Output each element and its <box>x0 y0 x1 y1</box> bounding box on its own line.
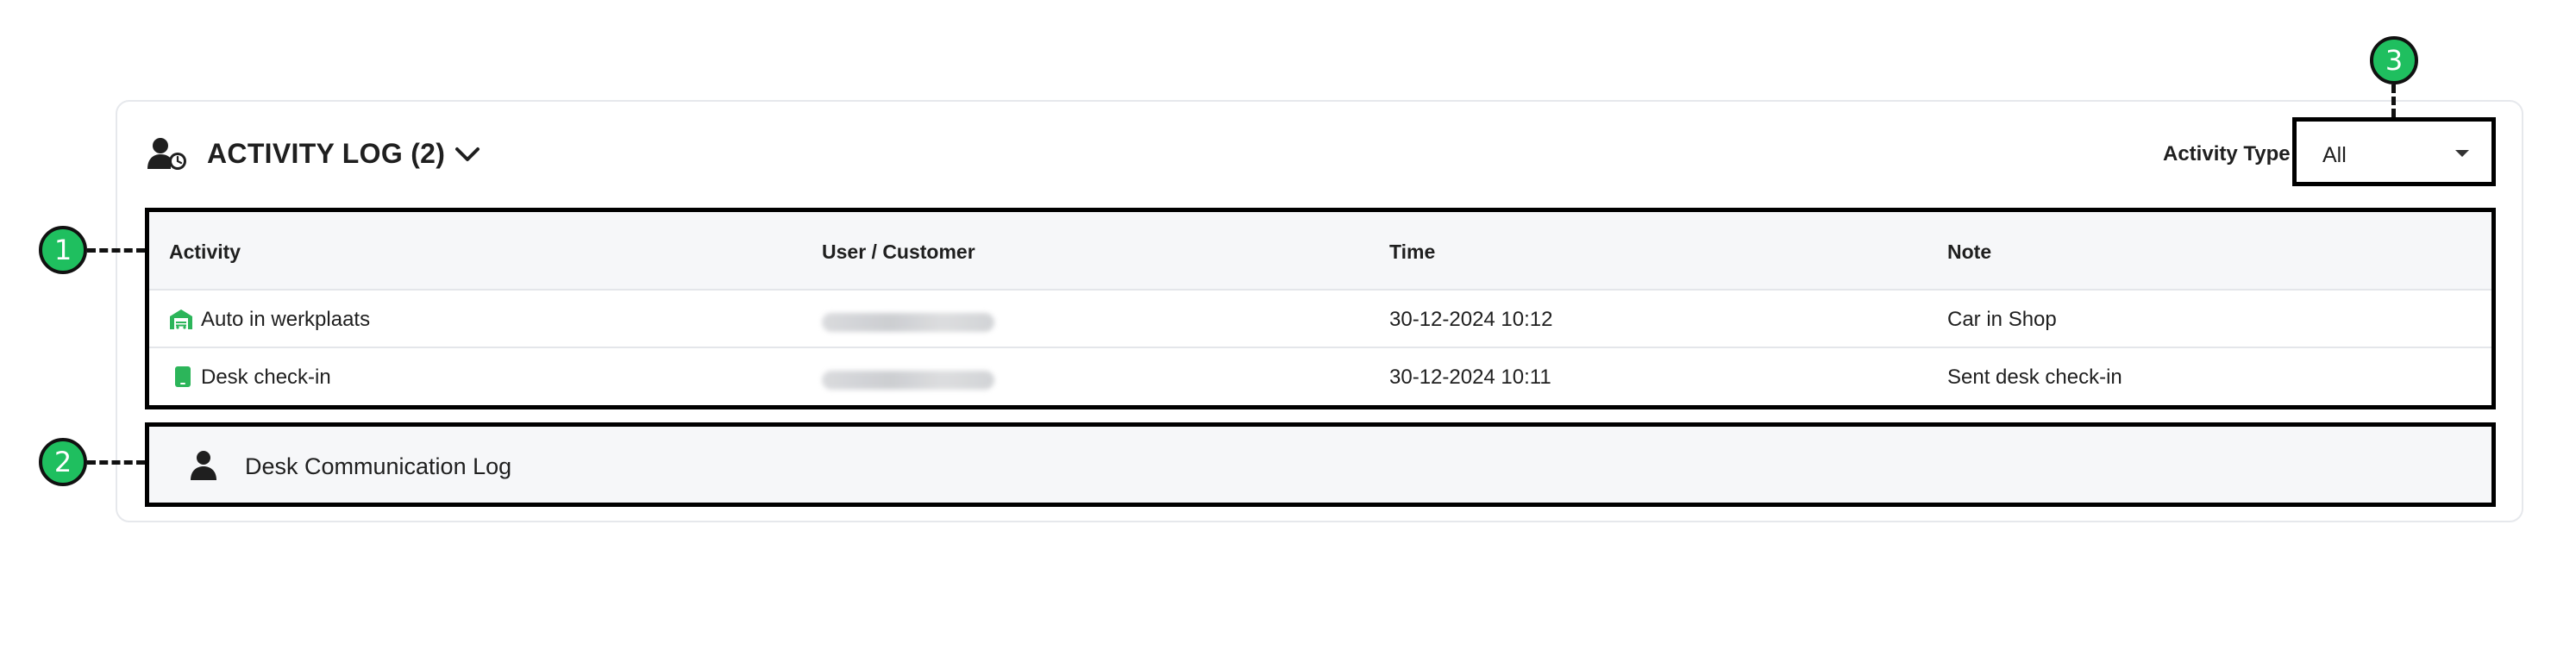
activity-log-title: ACTIVITY LOG (2) <box>207 138 446 169</box>
table-row[interactable]: Auto in werkplaats 30-12-2024 10:12 Car … <box>149 291 2491 348</box>
garage-icon <box>170 309 192 329</box>
desk-communication-log-row[interactable]: Desk Communication Log <box>145 422 2496 507</box>
person-icon <box>191 451 216 480</box>
user-customer-cell-blurred <box>822 313 994 332</box>
note-cell: Sent desk check-in <box>1947 365 2122 389</box>
table-row[interactable]: Desk check-in 30-12-2024 10:11 Sent desk… <box>149 348 2491 406</box>
activity-cell: Desk check-in <box>201 365 331 389</box>
callout-badge: 2 <box>39 438 87 486</box>
caret-down-icon <box>2455 150 2469 157</box>
column-header-note[interactable]: Note <box>1947 240 1991 264</box>
callout-connector <box>87 460 145 465</box>
desk-communication-log-label: Desk Communication Log <box>245 453 512 479</box>
activity-type-label: Activity Type <box>2163 142 2291 166</box>
callout-badge: 1 <box>39 226 87 274</box>
activity-cell: Auto in werkplaats <box>201 308 371 331</box>
callout-badge: 3 <box>2370 36 2418 84</box>
tablet-icon <box>175 366 191 387</box>
column-header-user-customer[interactable]: User / Customer <box>822 240 975 264</box>
user-customer-cell-blurred <box>822 371 994 390</box>
activity-type-select[interactable]: All <box>2292 117 2496 186</box>
time-cell: 30-12-2024 10:12 <box>1389 308 1553 331</box>
activity-table: Activity User / Customer Time Note Auto … <box>145 208 2496 409</box>
callout-connector <box>2391 84 2396 117</box>
time-cell: 30-12-2024 10:11 <box>1389 365 1551 389</box>
column-header-time[interactable]: Time <box>1389 240 1435 264</box>
column-header-activity[interactable]: Activity <box>169 240 241 264</box>
chevron-down-icon[interactable] <box>452 140 483 169</box>
callout-connector <box>87 248 145 253</box>
user-clock-icon <box>147 138 186 170</box>
note-cell: Car in Shop <box>1947 308 2057 331</box>
table-header: Activity User / Customer Time Note <box>149 212 2491 291</box>
activity-type-value: All <box>2322 143 2347 167</box>
